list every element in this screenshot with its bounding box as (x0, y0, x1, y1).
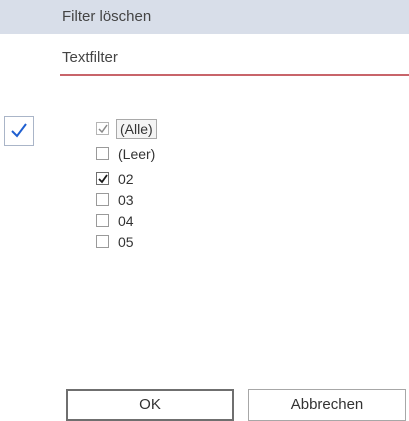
filter-item-05[interactable]: 05 (96, 231, 396, 252)
text-filter-menu-item[interactable]: Textfilter (0, 41, 409, 75)
filter-item-label: (Leer) (118, 146, 156, 162)
ok-button[interactable]: OK (66, 389, 234, 421)
filter-item-empty[interactable]: (Leer) (96, 143, 396, 168)
checkbox[interactable] (96, 193, 109, 206)
checkbox[interactable] (96, 235, 109, 248)
filter-value-list: (Alle) (Leer) 02 03 04 05 (96, 118, 396, 252)
filter-item-label: 05 (118, 234, 134, 250)
filter-item-04[interactable]: 04 (96, 210, 396, 231)
selection-check-icon (4, 116, 34, 146)
clear-filter-label: Filter löschen (62, 8, 152, 25)
checkbox[interactable] (96, 214, 109, 227)
filter-item-label: (Alle) (116, 119, 157, 139)
checkbox[interactable] (96, 147, 109, 160)
text-filter-underline (60, 74, 409, 76)
clear-filter-menu-item[interactable]: Filter löschen (0, 0, 409, 34)
filter-item-all[interactable]: (Alle) (96, 118, 396, 143)
cancel-button[interactable]: Abbrechen (248, 389, 406, 421)
checked-checkbox[interactable] (96, 172, 109, 185)
filter-item-03[interactable]: 03 (96, 189, 396, 210)
filter-item-label: 04 (118, 213, 134, 229)
filter-item-02[interactable]: 02 (96, 168, 396, 189)
filter-item-label: 03 (118, 192, 134, 208)
partial-checkbox[interactable] (96, 122, 109, 135)
text-filter-label: Textfilter (62, 49, 118, 66)
filter-item-label: 02 (118, 171, 134, 187)
